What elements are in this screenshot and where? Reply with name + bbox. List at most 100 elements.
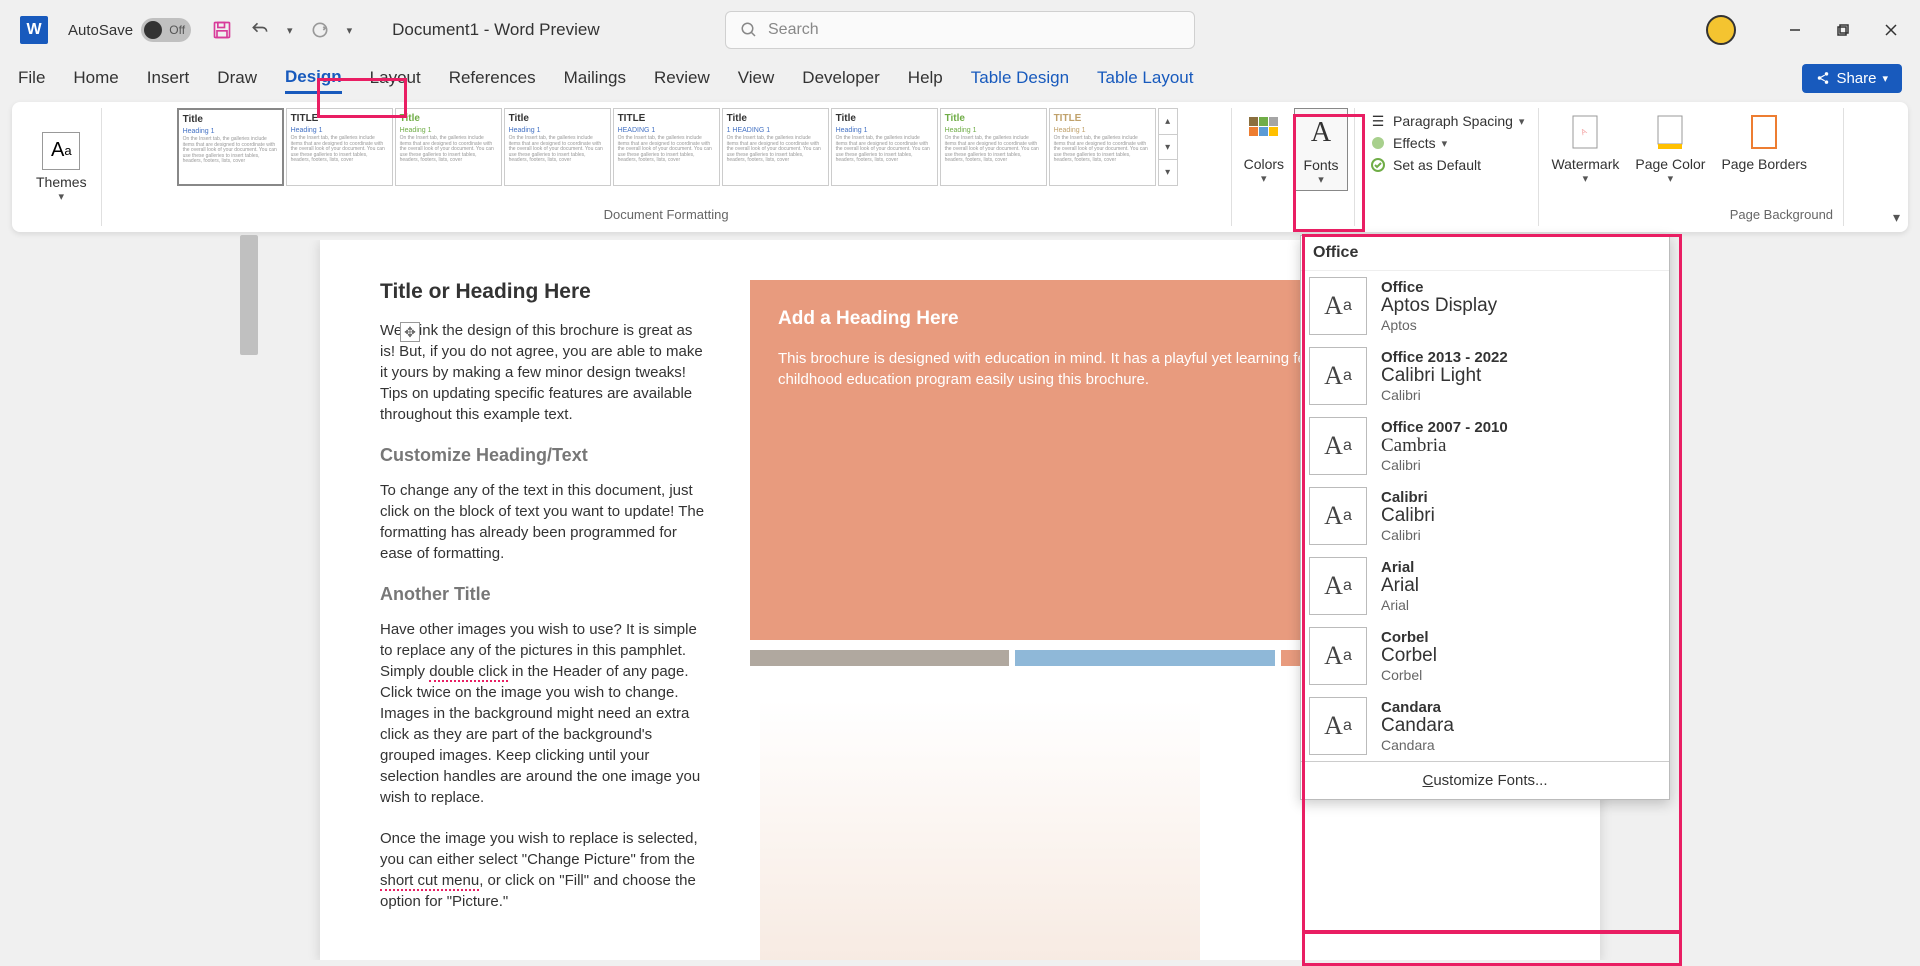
paragraph-spacing-button[interactable]: ☰ Paragraph Spacing ▾	[1369, 112, 1524, 130]
font-thumb-icon: Aa	[1309, 347, 1367, 405]
undo-dropdown[interactable]: ▾	[287, 24, 293, 37]
dropdown-scrollbar[interactable]	[240, 235, 258, 925]
themes-group: Aa Themes ▾	[22, 108, 102, 226]
colors-button[interactable]: Colors ▾	[1238, 108, 1290, 191]
fonts-button[interactable]: A Fonts ▾	[1294, 108, 1348, 191]
share-button[interactable]: Share ▾	[1802, 64, 1902, 93]
fonts-icon: A	[1301, 113, 1341, 153]
effects-button[interactable]: Effects ▾	[1369, 134, 1524, 152]
font-thumb-icon: Aa	[1309, 417, 1367, 475]
ribbon: Aa Themes ▾ TitleHeading 1On the Insert …	[12, 102, 1908, 232]
toggle-switch[interactable]: Off	[141, 18, 191, 42]
font-scheme-office[interactable]: AaOfficeAptos DisplayAptos	[1301, 271, 1669, 341]
font-scheme-corbel[interactable]: AaCorbelCorbelCorbel	[1301, 621, 1669, 691]
page-background-group: A Watermark ▾ Page Color ▾ Page Borders …	[1539, 108, 1844, 226]
table-move-handle[interactable]: ✥	[400, 322, 420, 342]
user-avatar[interactable]	[1706, 15, 1736, 45]
tab-table-layout[interactable]: Table Layout	[1097, 64, 1193, 92]
font-thumb-icon: Aa	[1309, 277, 1367, 335]
minimize-button[interactable]	[1786, 21, 1804, 39]
save-button[interactable]	[211, 19, 233, 41]
redo-button[interactable]	[309, 19, 331, 41]
doc-paragraph[interactable]: Have other images you wish to use? It is…	[380, 619, 710, 808]
doc-heading-1[interactable]: Title or Heading Here	[380, 280, 710, 304]
font-scheme-candara[interactable]: AaCandaraCandaraCandara	[1301, 691, 1669, 761]
watermark-button[interactable]: A Watermark ▾	[1545, 108, 1625, 189]
gallery-scroll-up[interactable]: ▴	[1159, 109, 1177, 135]
tab-layout[interactable]: Layout	[370, 64, 421, 92]
close-button[interactable]	[1882, 21, 1900, 39]
image-placeholder[interactable]	[760, 700, 1200, 960]
style-thumbnail[interactable]: TitleHeading 1On the Insert tab, the gal…	[177, 108, 284, 186]
share-icon	[1816, 71, 1830, 85]
doc-heading-2[interactable]: Customize Heading/Text	[380, 445, 710, 466]
page-borders-button[interactable]: Page Borders	[1715, 108, 1813, 189]
toggle-state: Off	[169, 23, 185, 37]
search-placeholder: Search	[768, 21, 819, 39]
titlebar: W AutoSave Off ▾ ▾ Document1 - Word Prev…	[0, 0, 1920, 60]
autosave-toggle[interactable]: AutoSave Off	[68, 18, 191, 42]
qat-customize[interactable]: ▾	[347, 24, 353, 37]
fonts-dropdown: Office AaOfficeAptos DisplayAptosAaOffic…	[1300, 235, 1670, 800]
ribbon-collapse-button[interactable]: ▾	[1893, 209, 1900, 226]
tab-help[interactable]: Help	[908, 64, 943, 92]
style-thumbnail[interactable]: TitleHeading 1On the Insert tab, the gal…	[504, 108, 611, 186]
paragraph-spacing-icon: ☰	[1369, 112, 1387, 130]
toggle-knob	[144, 21, 162, 39]
watermark-icon: A	[1565, 112, 1605, 152]
maximize-button[interactable]	[1834, 21, 1852, 39]
ribbon-tabs: File Home Insert Draw Design Layout References…	[0, 60, 1920, 96]
tab-review[interactable]: Review	[654, 64, 710, 92]
gallery-scroll-down[interactable]: ▾	[1159, 135, 1177, 161]
search-icon	[740, 21, 758, 39]
font-scheme-office-2007-2010[interactable]: AaOffice 2007 - 2010CambriaCalibri	[1301, 411, 1669, 481]
tab-view[interactable]: View	[738, 64, 775, 92]
doc-paragraph[interactable]: Once the image you wish to replace is se…	[380, 828, 710, 912]
style-thumbnail[interactable]: TitleHeading 1On the Insert tab, the gal…	[940, 108, 1047, 186]
tab-references[interactable]: References	[449, 64, 536, 92]
page-borders-icon	[1744, 112, 1784, 152]
tab-insert[interactable]: Insert	[147, 64, 190, 92]
style-thumbnail[interactable]: TITLEHeading 1On the Insert tab, the gal…	[1049, 108, 1156, 186]
page-color-icon	[1650, 112, 1690, 152]
undo-button[interactable]	[249, 19, 271, 41]
dropdown-section-header: Office	[1301, 236, 1669, 271]
window-controls	[1706, 15, 1900, 45]
style-thumbnail[interactable]: TITLEHeading 1On the Insert tab, the gal…	[286, 108, 393, 186]
style-thumbnail[interactable]: TITLEHEADING 1On the Insert tab, the gal…	[613, 108, 720, 186]
set-default-icon	[1369, 156, 1387, 174]
tab-mailings[interactable]: Mailings	[564, 64, 626, 92]
doc-paragraph[interactable]: We think the design of this brochure is …	[380, 320, 710, 425]
font-thumb-icon: Aa	[1309, 627, 1367, 685]
themes-button[interactable]: Aa Themes ▾	[28, 108, 95, 226]
font-thumb-icon: Aa	[1309, 487, 1367, 545]
tab-design[interactable]: Design	[285, 63, 342, 94]
gallery-spinner: ▴ ▾ ▾	[1158, 108, 1178, 186]
doc-paragraph[interactable]: To change any of the text in this docume…	[380, 480, 710, 564]
tab-developer[interactable]: Developer	[802, 64, 880, 92]
font-scheme-calibri[interactable]: AaCalibriCalibriCalibri	[1301, 481, 1669, 551]
themes-icon: Aa	[42, 132, 80, 170]
group-title-docformat: Document Formatting	[604, 207, 729, 222]
font-scheme-arial[interactable]: AaArialArialArial	[1301, 551, 1669, 621]
tab-file[interactable]: File	[18, 64, 45, 92]
font-thumb-icon: Aa	[1309, 557, 1367, 615]
quick-access-toolbar: ▾ ▾	[211, 19, 352, 41]
font-thumb-icon: Aa	[1309, 697, 1367, 755]
gallery-expand[interactable]: ▾	[1159, 160, 1177, 185]
style-thumbnail[interactable]: TitleHeading 1On the Insert tab, the gal…	[831, 108, 938, 186]
style-thumbnail[interactable]: Title1 HEADING 1On the Insert tab, the g…	[722, 108, 829, 186]
effects-group: ☰ Paragraph Spacing ▾ Effects ▾ Set as D…	[1355, 108, 1539, 226]
page-color-button[interactable]: Page Color ▾	[1629, 108, 1711, 189]
tab-table-design[interactable]: Table Design	[971, 64, 1069, 92]
search-input[interactable]: Search	[725, 11, 1195, 49]
customize-fonts-button[interactable]: Customize Fonts...	[1301, 761, 1669, 799]
style-thumbnail[interactable]: TitleHeading 1On the Insert tab, the gal…	[395, 108, 502, 186]
word-app-icon: W	[20, 16, 48, 44]
scrollbar-thumb[interactable]	[240, 235, 258, 355]
doc-heading-2[interactable]: Another Title	[380, 584, 710, 605]
tab-draw[interactable]: Draw	[217, 64, 257, 92]
tab-home[interactable]: Home	[73, 64, 118, 92]
font-scheme-office-2013-2022[interactable]: AaOffice 2013 - 2022Calibri LightCalibri	[1301, 341, 1669, 411]
set-default-button[interactable]: Set as Default	[1369, 156, 1524, 174]
